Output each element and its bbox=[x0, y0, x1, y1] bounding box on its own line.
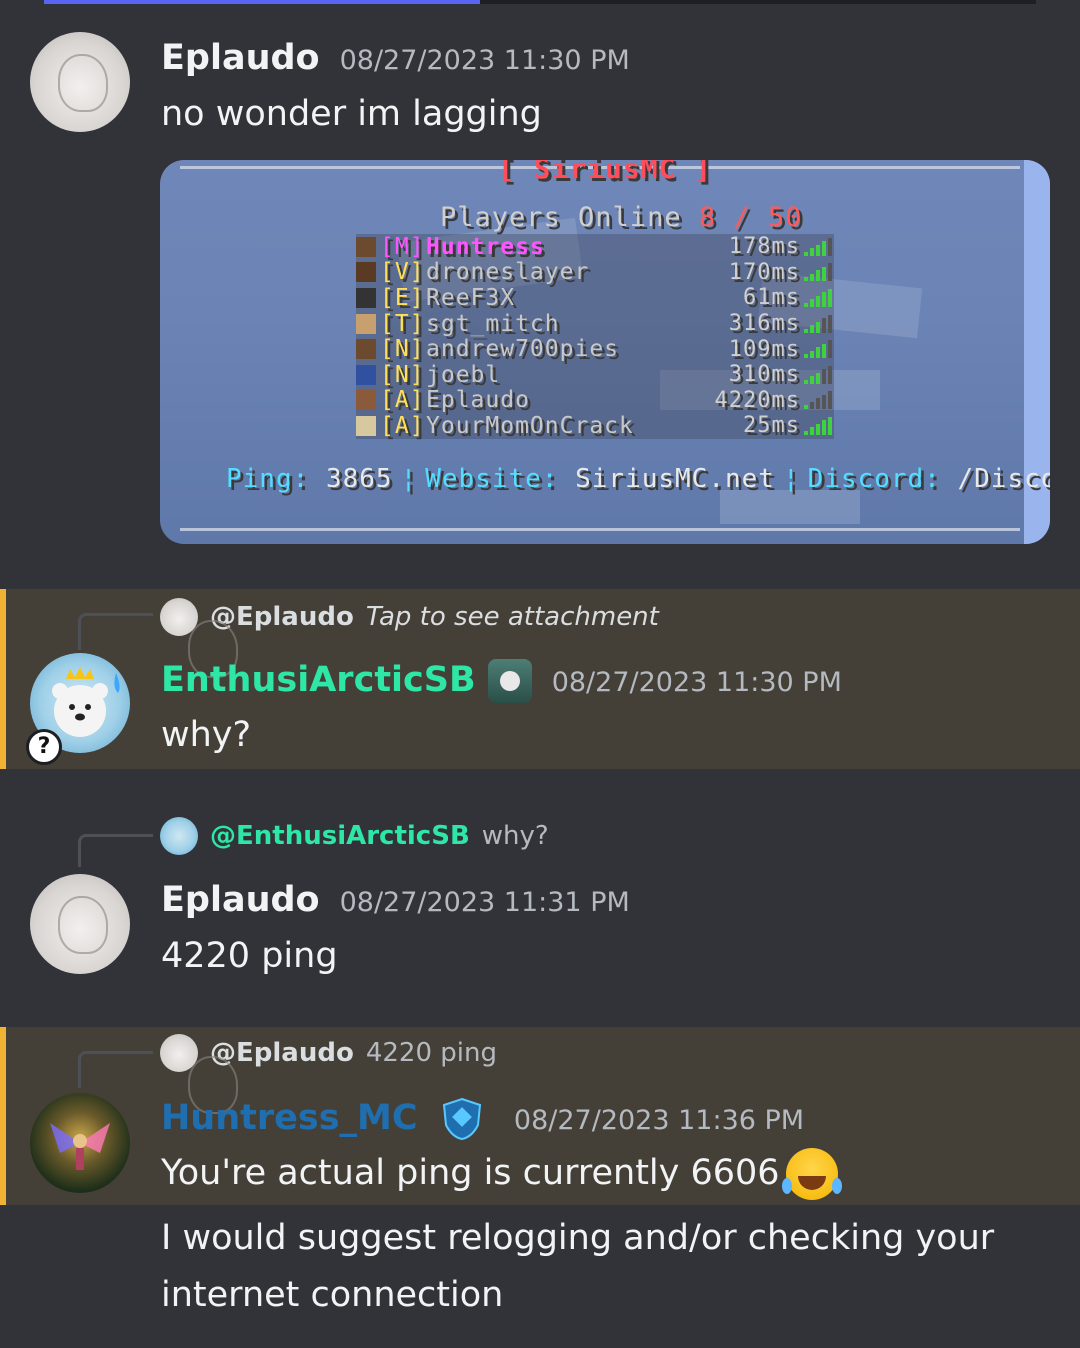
question-icon: ? bbox=[26, 729, 62, 765]
player-row: [E] ReeF3X 61ms bbox=[356, 285, 834, 311]
player-row: [N] andrew700pies 109ms bbox=[356, 336, 834, 362]
joy-emoji-icon bbox=[781, 1148, 838, 1200]
player-head-icon bbox=[356, 339, 376, 360]
player-name: joebl bbox=[426, 361, 501, 388]
message-text: 4220 ping bbox=[161, 936, 338, 976]
player-ping: 310ms bbox=[728, 362, 800, 388]
player-head-icon bbox=[356, 415, 376, 436]
reply-avatar bbox=[160, 598, 238, 678]
player-ping: 61ms bbox=[743, 285, 800, 311]
message-text-line3: internet connection bbox=[161, 1275, 504, 1315]
reply-spine bbox=[78, 1051, 153, 1088]
player-head-icon bbox=[356, 236, 376, 257]
timestamp: 08/27/2023 11:30 PM bbox=[339, 45, 630, 76]
player-name: Eplaudo bbox=[426, 387, 530, 414]
avatar[interactable] bbox=[30, 1093, 130, 1193]
player-row: [T] sgt_mitch 316ms bbox=[356, 311, 834, 337]
fairy-icon bbox=[50, 1123, 110, 1170]
bear-badge-icon bbox=[487, 659, 532, 703]
reply-preview[interactable]: @Eplaudo 4220 ping bbox=[160, 1033, 497, 1114]
reply-preview[interactable]: @EnthusiArcticSB why? bbox=[160, 816, 549, 856]
player-row: [M] Huntress 178ms bbox=[356, 234, 834, 260]
reply-preview[interactable]: @Eplaudo Tap to see attachment bbox=[160, 597, 659, 678]
message-text: You're actual ping is currently 6606 bbox=[161, 1145, 838, 1202]
author-name[interactable]: EnthusiArcticSB 08/27/2023 11:30 PM bbox=[161, 659, 842, 703]
message-text: why? bbox=[161, 715, 252, 755]
reply-spine bbox=[78, 613, 153, 650]
player-name: ReeF3X bbox=[426, 284, 516, 311]
player-rank: [E] bbox=[380, 284, 425, 311]
server-title: [ SiriusMC ] bbox=[497, 160, 713, 185]
signal-bars-icon bbox=[804, 237, 834, 256]
players-online: Players Online 8 / 50 bbox=[440, 202, 803, 233]
screenshot-attachment[interactable]: [ SiriusMC ] Players Online 8 / 50 [M] Hu… bbox=[160, 160, 1050, 544]
signal-bars-icon bbox=[804, 314, 834, 333]
player-head-icon bbox=[356, 262, 376, 283]
player-row: [A] Eplaudo 4220ms bbox=[356, 387, 834, 414]
avatar[interactable] bbox=[30, 874, 130, 974]
player-ping: 25ms bbox=[743, 413, 800, 439]
player-head-icon bbox=[356, 287, 376, 308]
player-ping: 109ms bbox=[728, 336, 800, 362]
player-ping: 170ms bbox=[728, 259, 800, 285]
player-name: sgt_mitch bbox=[426, 310, 560, 337]
player-rank: [V] bbox=[380, 259, 425, 286]
signal-bars-icon bbox=[804, 263, 834, 282]
avatar[interactable] bbox=[30, 32, 130, 132]
player-ping: 4220ms bbox=[714, 387, 800, 413]
reply-avatar bbox=[160, 817, 198, 855]
message-2[interactable]: @Eplaudo Tap to see attachment ? Enthusi… bbox=[0, 589, 1080, 769]
player-ping: 316ms bbox=[728, 311, 800, 337]
timestamp: 08/27/2023 11:31 PM bbox=[339, 887, 630, 918]
author-name[interactable]: Eplaudo 08/27/2023 11:30 PM bbox=[161, 38, 630, 78]
player-row: [A] YourMomOnCrack 25ms bbox=[356, 413, 834, 439]
message-1[interactable]: Eplaudo 08/27/2023 11:30 PM no wonder im … bbox=[0, 0, 1080, 580]
player-row: [V] droneslayer 170ms bbox=[356, 259, 834, 286]
player-rank: [N] bbox=[380, 336, 425, 363]
player-name: andrew700pies bbox=[426, 336, 620, 363]
shield-icon bbox=[442, 1097, 481, 1141]
signal-bars-icon bbox=[804, 340, 834, 359]
reply-spine bbox=[78, 834, 153, 867]
timestamp: 08/27/2023 11:36 PM bbox=[513, 1105, 805, 1136]
signal-bars-icon bbox=[804, 365, 834, 384]
player-ping: 178ms bbox=[728, 234, 800, 260]
player-row: [N] joebl 310ms bbox=[356, 362, 834, 388]
player-rank: [T] bbox=[380, 310, 425, 337]
timestamp: 08/27/2023 11:30 PM bbox=[551, 667, 842, 698]
signal-bars-icon bbox=[804, 416, 834, 435]
author-name[interactable]: Eplaudo 08/27/2023 11:31 PM bbox=[161, 880, 630, 920]
message-text: no wonder im lagging bbox=[161, 94, 542, 134]
message-3[interactable]: @EnthusiArcticSB why? Eplaudo 08/27/2023 … bbox=[0, 810, 1080, 1010]
player-rank: [N] bbox=[380, 361, 425, 388]
player-name: Huntress bbox=[426, 233, 545, 260]
player-name: droneslayer bbox=[426, 259, 590, 286]
author-name[interactable]: Huntress_MC 08/27/2023 11:36 PM bbox=[161, 1097, 804, 1141]
signal-bars-icon bbox=[804, 288, 834, 307]
player-rank: [M] bbox=[380, 233, 425, 260]
player-rank: [A] bbox=[380, 387, 425, 414]
player-name: YourMomOnCrack bbox=[426, 412, 634, 439]
player-head-icon bbox=[356, 390, 376, 411]
player-rank: [A] bbox=[380, 412, 425, 439]
reply-avatar bbox=[160, 1034, 238, 1114]
player-head-icon bbox=[356, 313, 376, 334]
message-4[interactable]: @Eplaudo 4220 ping Huntress_MC 08/27/202… bbox=[0, 1027, 1080, 1205]
player-head-icon bbox=[356, 364, 376, 385]
server-footer: Ping: 3865 ¦ Website: SiriusMC.net ¦ Discord… bbox=[226, 464, 1050, 494]
player-list: [M] Huntress 178ms [V] droneslayer 170ms [E] Re… bbox=[356, 234, 834, 439]
signal-bars-icon bbox=[804, 391, 834, 410]
message-text-line2: I would suggest relogging and/or checkin… bbox=[161, 1218, 995, 1258]
